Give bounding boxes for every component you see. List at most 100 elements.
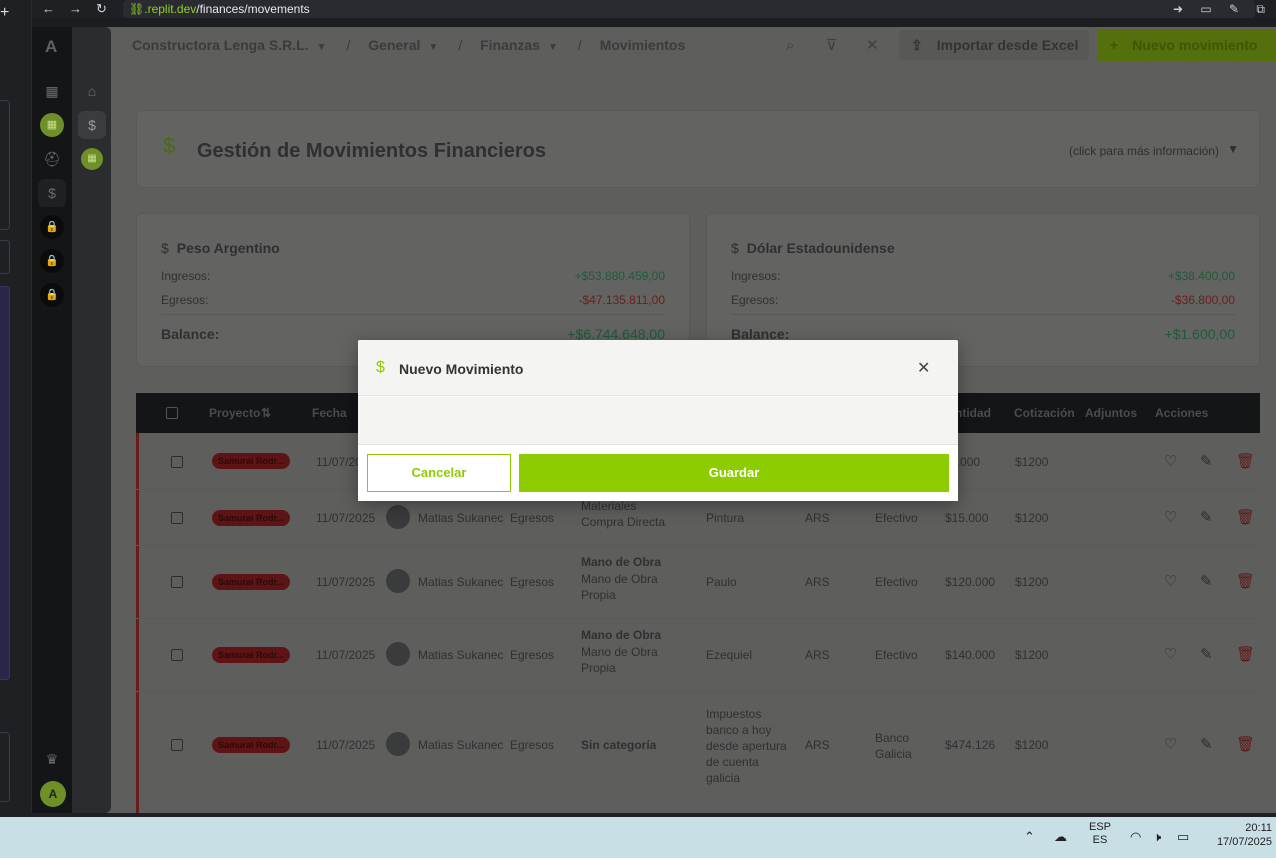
expense-value: -$47.135.811,00 [578,293,665,307]
project-badge: Samurai Rodr... [212,510,291,526]
clock[interactable]: 20:11 17/07/2025 [1217,821,1272,849]
table-row[interactable]: Samurai Rodr... 11/07/2025 Matias Sukane… [136,692,1260,813]
clock-time: 20:11 [1245,822,1272,834]
row-checkbox[interactable] [171,649,183,661]
back-icon[interactable]: ← [42,0,55,18]
lock-icon[interactable]: 🔒 [40,283,64,307]
table-row[interactable]: Samurai Rodr... 11/07/2025 Matias Sukane… [136,619,1260,692]
browser-sidebar: + [0,0,32,813]
cell-currency: ARS [805,575,830,589]
delete-icon[interactable]: 🗑 [1236,508,1255,526]
cell-user: Matias Sukanec [418,648,504,662]
project-avatar-icon[interactable]: ▦ [40,113,64,137]
avatar [386,505,410,529]
sort-icon[interactable]: ⇅ [261,406,271,420]
row-checkbox[interactable] [171,576,183,588]
modal-title: Nuevo Movimiento [399,361,524,377]
edit-icon[interactable]: ✎ [1200,735,1213,753]
edit-icon[interactable]: ✎ [1200,452,1213,470]
cell-category: Mano de Obra [581,628,662,642]
sidebar-panel [0,240,10,274]
title-card[interactable]: $ Gestión de Movimientos Financieros (cl… [136,110,1260,188]
chevron-down-icon[interactable]: ▼ [1227,142,1239,156]
home-icon[interactable]: ⌂ [78,77,106,105]
cell-category: Materiales [581,499,637,513]
breadcrumb-section[interactable]: General [368,37,420,53]
import-excel-button[interactable]: ⇪ Importar desde Excel [899,30,1089,60]
breadcrumb-company[interactable]: Constructora Lenga S.R.L. [132,37,309,53]
avatar [386,732,410,756]
cell-user: Matias Sukanec [418,738,504,752]
lock-icon[interactable]: 🔒 [40,215,64,239]
edit-icon[interactable]: ✎ [1200,572,1213,590]
favorite-icon[interactable]: ♡ [1164,508,1177,526]
edit-icon[interactable]: ✎ [1200,508,1213,526]
volume-icon[interactable]: 🕨 [1153,829,1161,845]
select-all-checkbox[interactable] [166,407,178,419]
modal-header: $ Nuevo Movimiento ✕ [358,340,958,396]
favorite-icon[interactable]: ♡ [1164,452,1177,470]
cell-user: Matias Sukanec [418,575,504,589]
delete-icon[interactable]: 🗑 [1236,735,1255,753]
col-date[interactable]: Fecha [312,406,347,420]
chevron-up-icon[interactable]: ⌃ [1024,829,1035,845]
delete-icon[interactable]: 🗑 [1236,572,1255,590]
col-amount[interactable]: ntidad [955,406,991,420]
cloud-icon[interactable]: ☁ [1054,829,1067,845]
delete-icon[interactable]: 🗑 [1236,452,1255,470]
favorite-icon[interactable]: ♡ [1164,645,1177,663]
currency-name: Dólar Estadounidense [746,240,895,256]
cell-rate: $1200 [1015,511,1049,525]
new-movement-label: Nuevo movimiento [1132,37,1258,53]
helmet-icon[interactable]: ⛑ [38,145,66,173]
crown-icon[interactable]: ♛ [38,745,66,773]
dollar-icon: $ [161,240,169,256]
wifi-icon[interactable]: ◠ [1130,829,1141,845]
clock-date: 17/07/2025 [1216,836,1272,848]
edit-icon[interactable]: ✎ [1200,645,1213,663]
forward-icon[interactable]: → [69,0,82,18]
cell-rate: $1200 [1015,455,1049,469]
browser-toolbar: ← → ↻ ⛓.replit.dev/finances/movements ➜ … [32,0,1276,18]
favorite-icon[interactable]: ♡ [1164,735,1177,753]
battery-icon[interactable]: ▭ [1177,829,1189,845]
balance-label: Balance: [161,326,220,342]
reload-icon[interactable]: ↻ [96,0,107,18]
address-bar[interactable]: ⛓.replit.dev/finances/movements [123,0,1255,18]
divider [731,314,1235,315]
dollar-icon: $ [163,133,176,158]
col-rate[interactable]: Cotización [1014,406,1075,420]
chevron-down-icon[interactable]: ▼ [428,42,438,53]
cell-detail: Ezequiel [706,648,753,662]
cell-type: Egresos [510,511,555,525]
new-movement-button[interactable]: + Nuevo movimiento [1098,29,1276,61]
close-icon[interactable]: ✕ [917,358,930,378]
chevron-down-icon[interactable]: ▼ [548,42,558,53]
browser-tools-icons[interactable]: ➜ ▭ ✎ ⧉ [1173,0,1272,18]
cell-category: Mano de Obra [581,555,662,569]
cell-currency: ARS [805,738,830,752]
cell-type: Egresos [510,738,555,752]
language-indicator[interactable]: ESP ES [1089,821,1111,847]
dollar-icon[interactable]: $ [78,111,106,139]
col-project[interactable]: Proyecto [209,406,260,420]
more-info-link[interactable]: (click para más información) [1069,144,1219,158]
breadcrumb-module[interactable]: Finanzas [480,37,540,53]
filter-icon[interactable]: ⊽ [826,36,866,54]
user-avatar[interactable]: A [40,781,66,807]
delete-icon[interactable]: 🗑 [1236,645,1255,663]
building-icon[interactable]: ▦ [38,77,66,105]
save-button[interactable]: Guardar [519,454,949,492]
favorite-icon[interactable]: ♡ [1164,572,1177,590]
lock-icon[interactable]: 🔒 [40,249,64,273]
dollar-icon[interactable]: $ [38,179,66,207]
cancel-button[interactable]: Cancelar [367,454,511,492]
row-checkbox[interactable] [171,512,183,524]
project-avatar-icon[interactable]: ▦ [81,148,103,170]
search-icon[interactable]: ⌕ [786,37,826,54]
table-row[interactable]: Samurai Rodr... 11/07/2025 Matias Sukane… [136,546,1260,619]
new-tab-icon[interactable]: + [0,4,10,22]
chevron-down-icon[interactable]: ▼ [317,42,327,53]
row-checkbox[interactable] [171,456,183,468]
row-checkbox[interactable] [171,739,183,751]
